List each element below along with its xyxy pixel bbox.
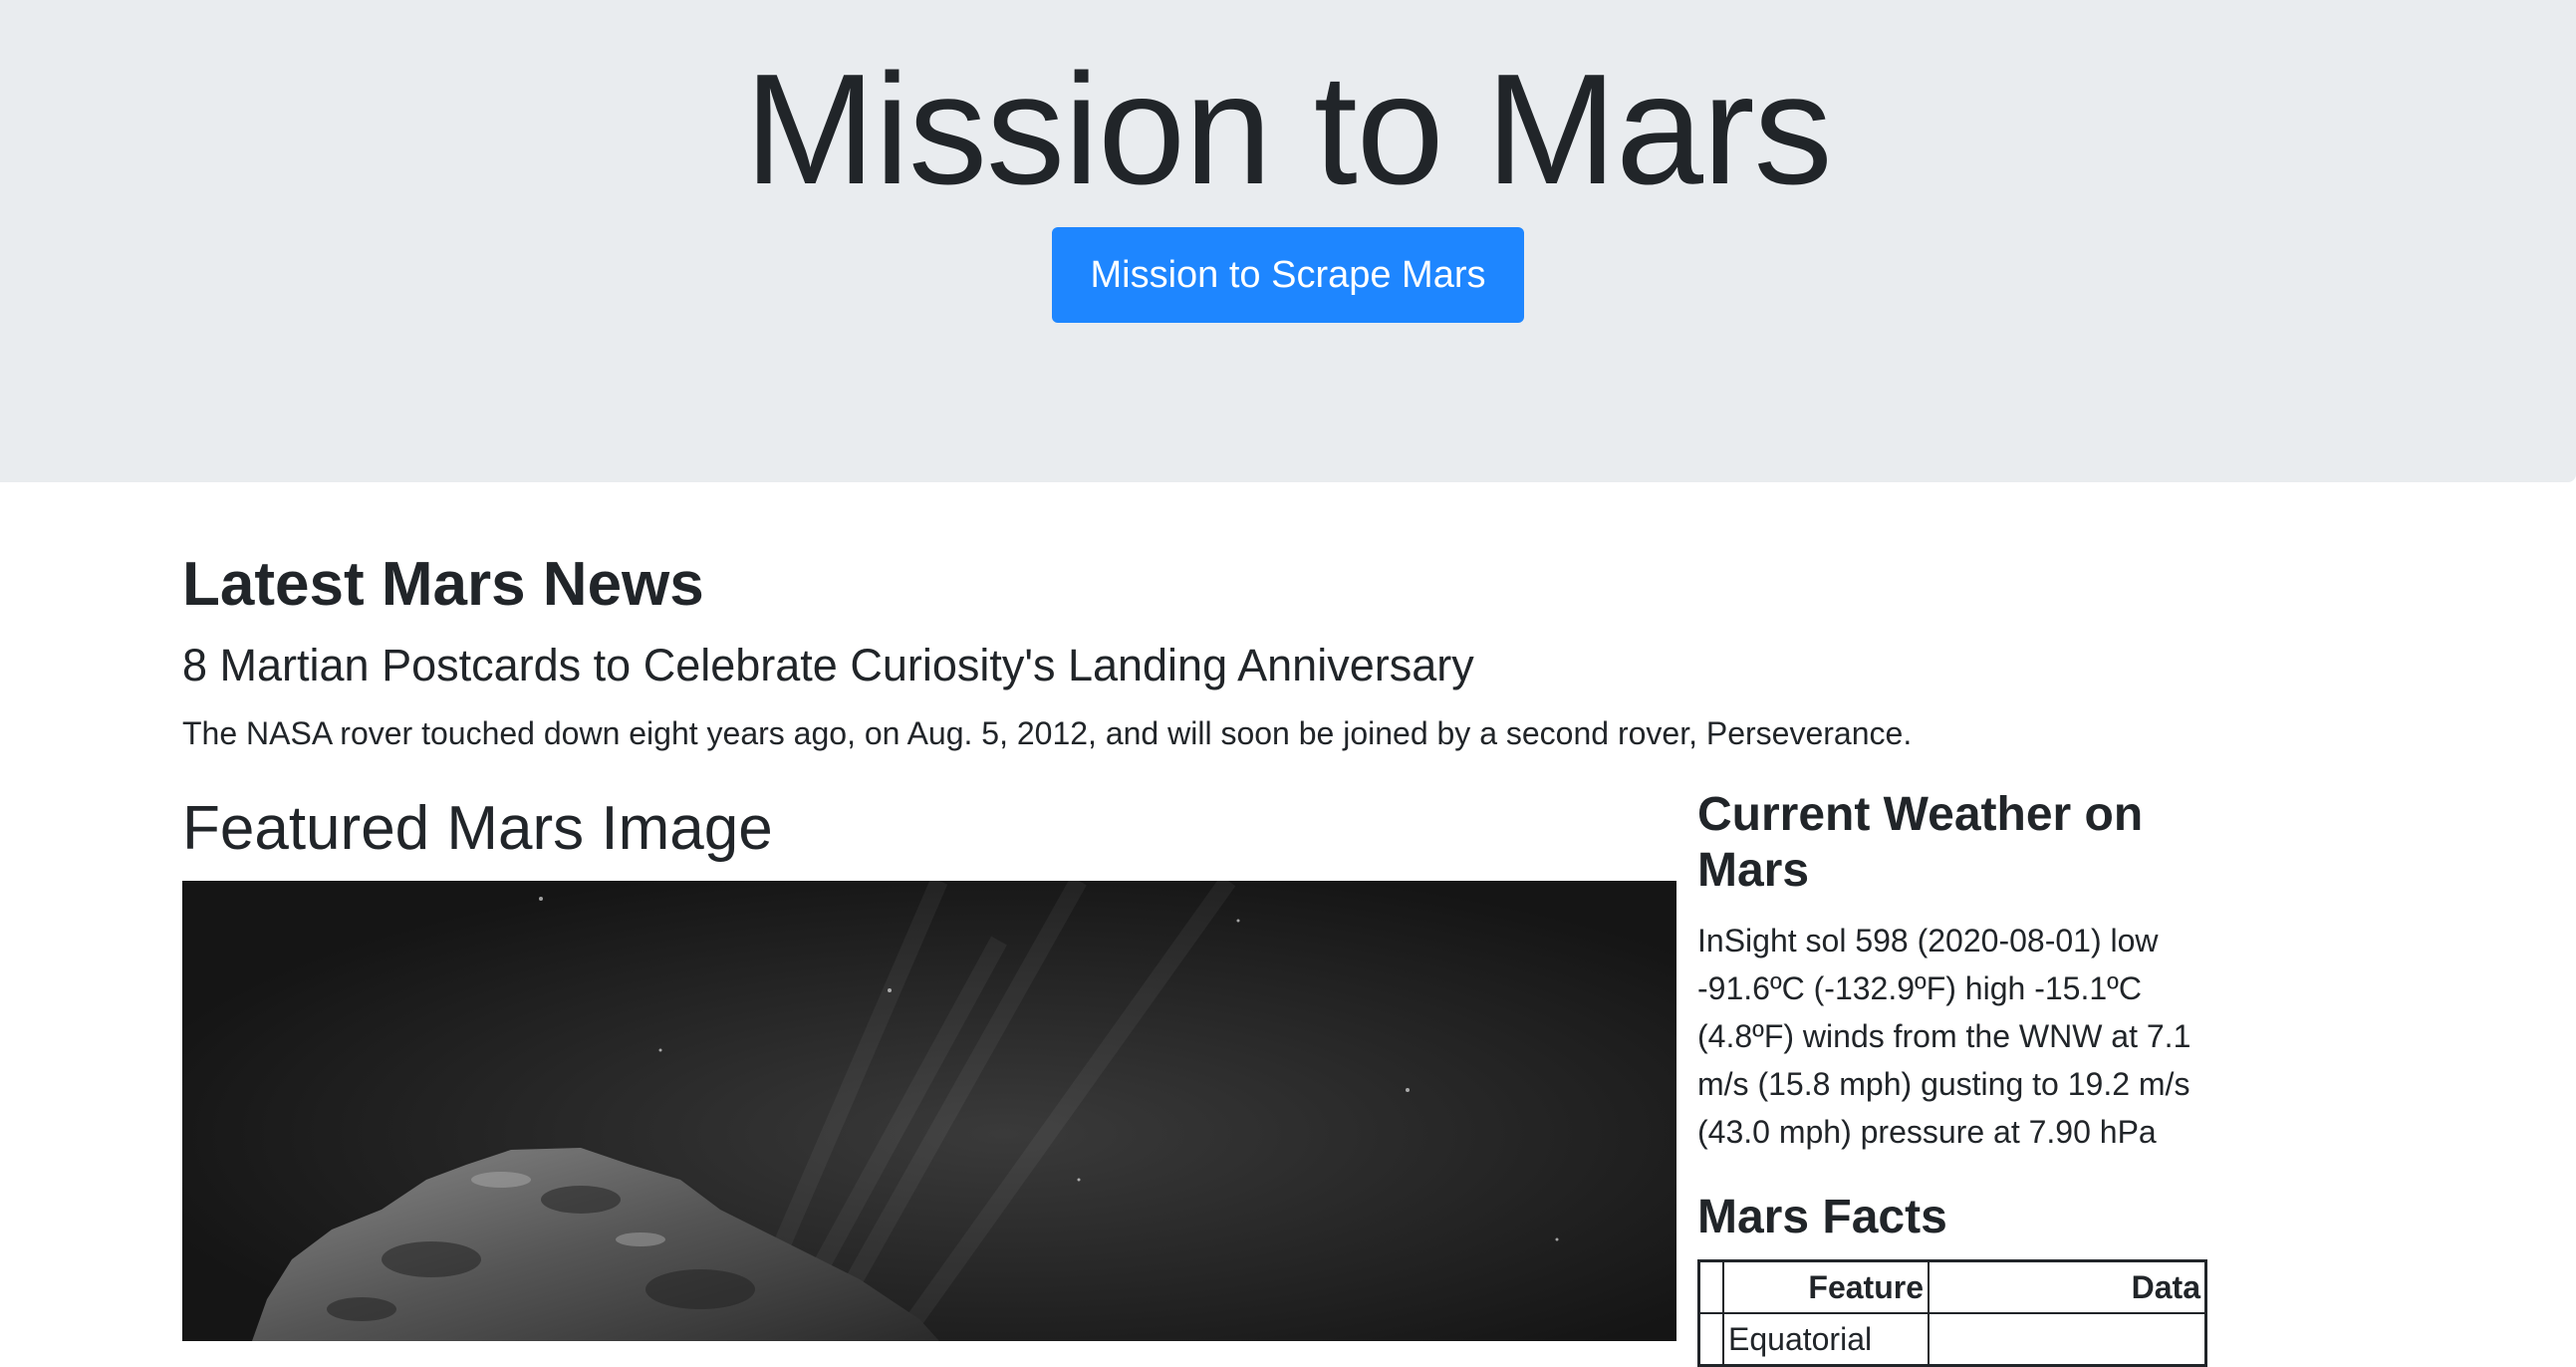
mars-facts-table: Feature Data Equatorial — [1697, 1259, 2207, 1367]
table-column-header — [1697, 1259, 1724, 1314]
header-jumbotron: Mission to Mars Mission to Scrape Mars — [0, 0, 2576, 482]
news-section-heading: Latest Mars News — [182, 550, 704, 619]
featured-mars-image — [182, 881, 1676, 1341]
weather-heading: Current Weather on Mars — [1697, 788, 2144, 897]
page-title: Mission to Mars — [744, 42, 1832, 217]
news-title: 8 Martian Postcards to Celebrate Curiosi… — [182, 640, 1474, 690]
table-cell: Equatorial — [1722, 1312, 1930, 1367]
news-teaser: The NASA rover touched down eight years … — [182, 715, 1913, 751]
facts-heading: Mars Facts — [1697, 1191, 1947, 1243]
featured-image-heading: Featured Mars Image — [182, 794, 773, 863]
table-column-header: Data — [1928, 1259, 2207, 1314]
scrape-button[interactable]: Mission to Scrape Mars — [1052, 227, 1524, 323]
table-row: Equatorial — [1697, 1312, 2207, 1367]
table-cell — [1697, 1312, 1724, 1367]
weather-report: InSight sol 598 (2020-08-01) low -91.6ºC… — [1697, 923, 2191, 1150]
table-cell — [1928, 1312, 2207, 1367]
table-column-header: Feature — [1722, 1259, 1930, 1314]
table-header-row: Feature Data — [1697, 1259, 2207, 1314]
